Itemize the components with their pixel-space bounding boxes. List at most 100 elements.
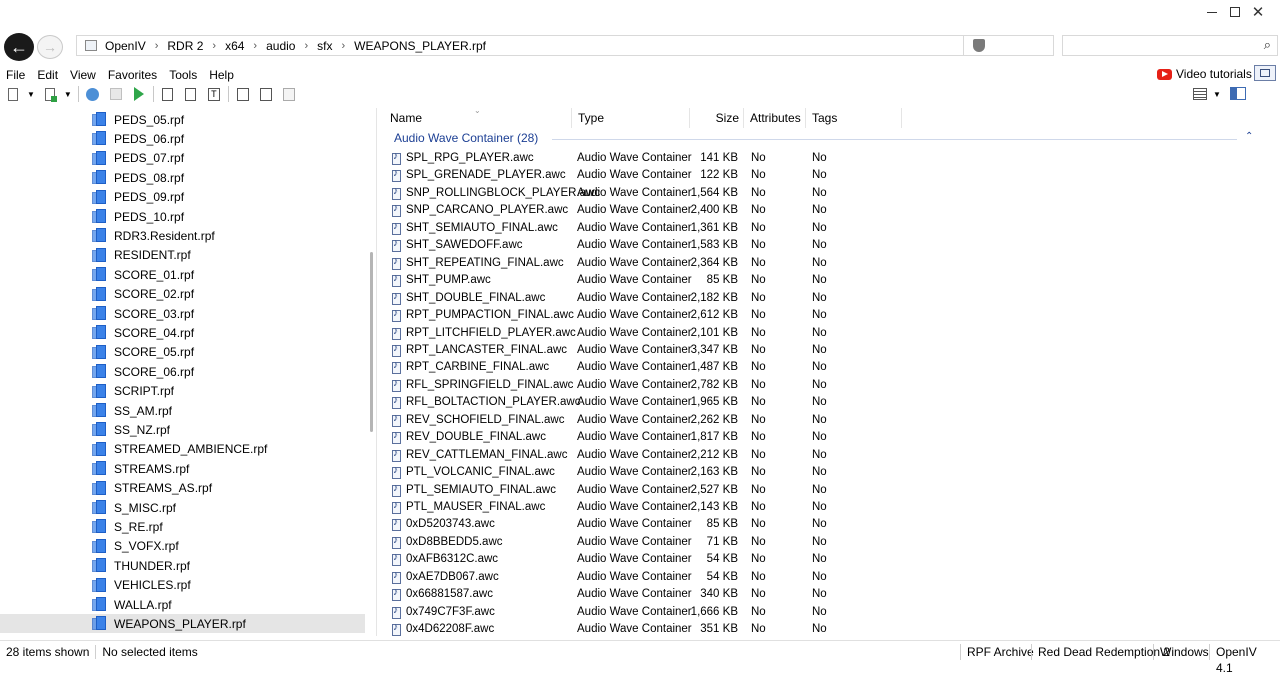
tree-item[interactable]: SS_AM.rpf — [92, 401, 367, 420]
play-icon[interactable] — [130, 85, 148, 103]
tree-item[interactable]: PEDS_06.rpf — [92, 129, 367, 148]
file-row[interactable]: SHT_REPEATING_FINAL.awcAudio Wave Contai… — [384, 255, 1244, 273]
forward-button[interactable]: → — [37, 35, 63, 59]
file-row[interactable]: 0xAFB6312C.awcAudio Wave Container54 KBN… — [384, 551, 1244, 569]
file-row[interactable]: RFL_SPRINGFIELD_FINAL.awcAudio Wave Cont… — [384, 377, 1244, 395]
file-row[interactable]: SPL_GRENADE_PLAYER.awcAudio Wave Contain… — [384, 167, 1244, 185]
file-row[interactable]: SHT_SEMIAUTO_FINAL.awcAudio Wave Contain… — [384, 220, 1244, 238]
file-row[interactable]: REV_DOUBLE_FINAL.awcAudio Wave Container… — [384, 429, 1244, 447]
video-tutorials-link[interactable]: Video tutorials — [1157, 66, 1252, 82]
search-file-icon[interactable] — [159, 85, 177, 103]
tree-item[interactable]: PEDS_08.rpf — [92, 168, 367, 187]
menu-file[interactable]: File — [0, 66, 31, 84]
address-bar[interactable]: OpenIV › RDR 2 › x64 › audio › sfx › WEA… — [76, 35, 1054, 56]
extract-icon[interactable] — [234, 85, 252, 103]
file-row[interactable]: SNP_CARCANO_PLAYER.awcAudio Wave Contain… — [384, 202, 1244, 220]
file-row[interactable]: SHT_SAWEDOFF.awcAudio Wave Container1,58… — [384, 237, 1244, 255]
close-button[interactable]: ✕ — [1236, 0, 1280, 24]
file-row[interactable]: RPT_LITCHFIELD_PLAYER.awcAudio Wave Cont… — [384, 325, 1244, 343]
tree-item[interactable]: VEHICLES.rpf — [92, 576, 367, 595]
column-header-size[interactable]: Size — [690, 108, 744, 128]
menu-edit[interactable]: Edit — [31, 66, 64, 84]
file-row[interactable]: RPT_PUMPACTION_FINAL.awcAudio Wave Conta… — [384, 307, 1244, 325]
tree-item[interactable]: SCORE_03.rpf — [92, 304, 367, 323]
tree-item[interactable]: WEAPONS_PLAYER.rpf — [0, 614, 365, 634]
group-header[interactable]: Audio Wave Container (28) — [394, 131, 538, 147]
folder-tree[interactable]: PEDS_05.rpf PEDS_06.rpf PEDS_07.rpf PEDS_08… — [0, 108, 377, 636]
tree-item[interactable]: RESIDENT.rpf — [92, 246, 367, 265]
tree-item[interactable]: RDR3.Resident.rpf — [92, 226, 367, 245]
file-row[interactable]: 0x4D62208F.awcAudio Wave Container351 KB… — [384, 621, 1244, 636]
collapse-group-icon[interactable]: ⌃ — [1245, 131, 1253, 142]
tree-item[interactable]: S_RE.rpf — [92, 517, 367, 536]
file-row[interactable]: REV_SCHOFIELD_FINAL.awcAudio Wave Contai… — [384, 412, 1244, 430]
tree-item[interactable]: SCORE_01.rpf — [92, 265, 367, 284]
file-row[interactable]: 0xD8BBEDD5.awcAudio Wave Container71 KBN… — [384, 534, 1244, 552]
file-row[interactable]: PTL_VOLCANIC_FINAL.awcAudio Wave Contain… — [384, 464, 1244, 482]
tree-item[interactable]: PEDS_09.rpf — [92, 188, 367, 207]
tree-item[interactable]: WALLA.rpf — [92, 595, 367, 614]
tree-item[interactable]: STREAMS_AS.rpf — [92, 479, 367, 498]
file-row[interactable]: SHT_PUMP.awcAudio Wave Container85 KBNoN… — [384, 272, 1244, 290]
tools-icon[interactable] — [107, 85, 125, 103]
replace-icon[interactable] — [280, 85, 298, 103]
tree-item[interactable]: SS_NZ.rpf — [92, 420, 367, 439]
tree-item[interactable]: SCORE_02.rpf — [92, 285, 367, 304]
breadcrumb-sfx[interactable]: sfx — [314, 39, 335, 53]
view-mode-button[interactable]: ▼ — [1193, 86, 1233, 102]
column-header-name[interactable]: Name — [384, 108, 572, 128]
file-row[interactable]: REV_CATTLEMAN_FINAL.awcAudio Wave Contai… — [384, 447, 1244, 465]
import-file-icon[interactable] — [41, 85, 59, 103]
menu-favorites[interactable]: Favorites — [102, 66, 163, 84]
file-row[interactable]: 0xD5203743.awcAudio Wave Container85 KBN… — [384, 516, 1244, 534]
preview-pane-button[interactable] — [1230, 87, 1246, 100]
file-row[interactable]: PTL_SEMIAUTO_FINAL.awcAudio Wave Contain… — [384, 482, 1244, 500]
tree-item[interactable]: SCORE_05.rpf — [92, 343, 367, 362]
panel-toggle-button[interactable] — [1254, 65, 1276, 81]
column-header-tags[interactable]: Tags — [806, 108, 902, 128]
file-row[interactable]: RPT_LANCASTER_FINAL.awcAudio Wave Contai… — [384, 342, 1244, 360]
tree-item[interactable]: S_VOFX.rpf — [92, 537, 367, 556]
breadcrumb-openiv[interactable]: OpenIV — [102, 39, 149, 53]
shield-icon[interactable] — [973, 39, 985, 52]
tree-item[interactable]: SCORE_06.rpf — [92, 362, 367, 381]
new-file-icon[interactable] — [4, 85, 22, 103]
menu-help[interactable]: Help — [203, 66, 240, 84]
file-list[interactable]: ⌄ Name Type Size Attributes Tags Audio W… — [384, 108, 1280, 636]
tree-item[interactable]: STREAMS.rpf — [92, 459, 367, 478]
tree-item[interactable]: SCRIPT.rpf — [92, 382, 367, 401]
file-row[interactable]: 0x66881587.awcAudio Wave Container340 KB… — [384, 586, 1244, 604]
tree-item[interactable]: PEDS_10.rpf — [92, 207, 367, 226]
tree-item[interactable]: PEDS_05.rpf — [92, 110, 367, 129]
chevron-down-icon[interactable]: ▼ — [27, 90, 35, 99]
menu-tools[interactable]: Tools — [163, 66, 203, 84]
file-row[interactable]: 0x749C7F3F.awcAudio Wave Container1,666 … — [384, 604, 1244, 622]
tree-item[interactable]: S_MISC.rpf — [92, 498, 367, 517]
file-row[interactable]: SPL_RPG_PLAYER.awcAudio Wave Container14… — [384, 150, 1244, 168]
file-row[interactable]: RFL_BOLTACTION_PLAYER.awcAudio Wave Cont… — [384, 394, 1244, 412]
breadcrumb-x64[interactable]: x64 — [222, 39, 247, 53]
file-row[interactable]: SNP_ROLLINGBLOCK_PLAYER.awcAudio Wave Co… — [384, 185, 1244, 203]
file-row[interactable]: SHT_DOUBLE_FINAL.awcAudio Wave Container… — [384, 290, 1244, 308]
column-header-type[interactable]: Type — [572, 108, 690, 128]
tree-scrollbar[interactable] — [370, 252, 373, 432]
tree-item[interactable]: THUNDER.rpf — [92, 556, 367, 575]
file-row[interactable]: 0xAE7DB067.awcAudio Wave Container54 KBN… — [384, 569, 1244, 587]
back-button[interactable]: ← — [4, 33, 34, 61]
tree-item[interactable]: SCORE_04.rpf — [92, 323, 367, 342]
tree-item[interactable]: STREAMED_AMBIENCE.rpf — [92, 440, 367, 459]
file-row[interactable]: RPT_CARBINE_FINAL.awcAudio Wave Containe… — [384, 359, 1244, 377]
breadcrumb-rdr2[interactable]: RDR 2 — [164, 39, 206, 53]
tree-item[interactable]: PEDS_07.rpf — [92, 149, 367, 168]
file-row[interactable]: PTL_MAUSER_FINAL.awcAudio Wave Container… — [384, 499, 1244, 517]
export-icon[interactable] — [257, 85, 275, 103]
search-input[interactable]: ⌕ — [1062, 35, 1278, 56]
column-header-attributes[interactable]: Attributes — [744, 108, 806, 128]
text-icon[interactable]: T — [205, 85, 223, 103]
document-icon[interactable] — [182, 85, 200, 103]
breadcrumb-audio[interactable]: audio — [263, 39, 298, 53]
chevron-down-icon[interactable]: ▼ — [64, 90, 72, 99]
edit-mode-icon[interactable] — [84, 85, 102, 103]
breadcrumb-weapons-player[interactable]: WEAPONS_PLAYER.rpf — [351, 39, 489, 53]
menu-view[interactable]: View — [64, 66, 102, 84]
